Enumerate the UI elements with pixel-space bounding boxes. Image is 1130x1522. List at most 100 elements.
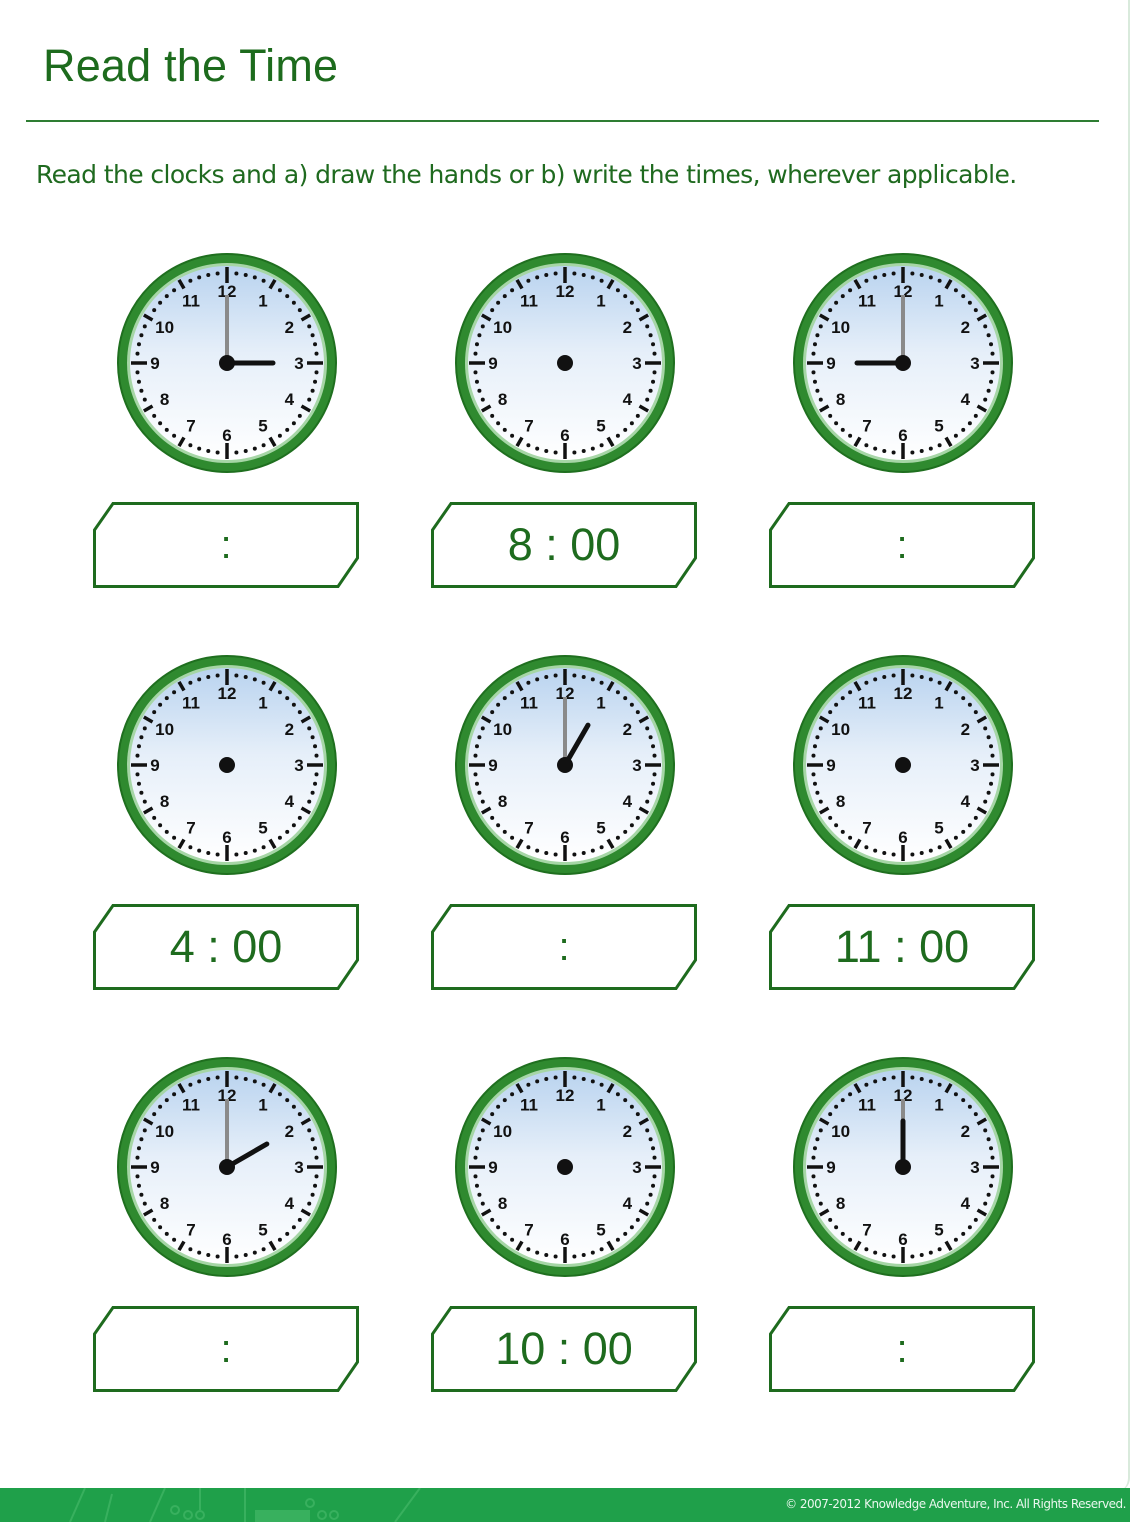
minute-dot xyxy=(526,680,531,685)
minute-dot xyxy=(919,1253,924,1258)
clock-center-pin xyxy=(557,355,573,371)
minute-dot xyxy=(873,677,878,682)
minute-dot xyxy=(953,690,958,695)
minute-dot xyxy=(313,1183,318,1188)
minute-dot xyxy=(623,1231,628,1236)
minute-dot xyxy=(197,446,202,451)
minute-dot xyxy=(261,443,266,448)
minute-dot xyxy=(188,443,193,448)
minute-dot xyxy=(553,450,558,455)
minute-dot xyxy=(864,680,869,685)
dial-number: 3 xyxy=(632,354,641,373)
dial-number: 8 xyxy=(498,1194,507,1213)
time-answer-box[interactable]: : xyxy=(769,1306,1035,1392)
dial-number: 2 xyxy=(285,720,294,739)
minute-dot xyxy=(812,1183,817,1188)
clock-face[interactable]: 12 1 2 3 4 5 6 7 8 9 10 11 xyxy=(450,248,680,478)
clock-face[interactable]: 12 1 2 3 4 5 6 7 8 9 10 11 xyxy=(450,1052,680,1282)
minute-dot xyxy=(297,1112,302,1117)
minute-dot xyxy=(553,1254,558,1259)
minute-dot xyxy=(953,433,958,438)
time-answer-box[interactable]: : xyxy=(769,502,1035,588)
dial-number: 11 xyxy=(520,1096,538,1115)
minute-dot xyxy=(937,443,942,448)
minute-dot xyxy=(815,735,820,740)
copyright-text: © 2007-2012 Knowledge Adventure, Inc. Al… xyxy=(785,1497,1126,1511)
dial-number: 11 xyxy=(858,1096,876,1115)
minute-dot xyxy=(818,1201,823,1206)
clock-center-pin xyxy=(557,757,573,773)
minute-dot xyxy=(983,726,988,731)
minute-dot xyxy=(848,288,853,293)
dial-number: 4 xyxy=(961,1194,971,1213)
dial-number: 4 xyxy=(285,792,295,811)
minute-dot xyxy=(526,278,531,283)
dial-number: 1 xyxy=(258,1096,267,1115)
minute-dot xyxy=(635,815,640,820)
minute-dot xyxy=(635,413,640,418)
minute-dot xyxy=(490,710,495,715)
clock-face[interactable]: 12 1 2 3 4 5 6 7 8 9 10 11 xyxy=(112,650,342,880)
minute-dot xyxy=(973,413,978,418)
minute-dot xyxy=(215,1254,220,1259)
minute-dot xyxy=(873,1250,878,1255)
minute-dot xyxy=(480,799,485,804)
minute-dot xyxy=(164,427,169,432)
minute-dot xyxy=(291,1225,296,1230)
minute-dot xyxy=(645,726,650,731)
minute-dot xyxy=(135,370,140,375)
minute-dot xyxy=(990,772,995,777)
minute-dot xyxy=(152,1217,157,1222)
minute-dot xyxy=(152,815,157,820)
minute-dot xyxy=(973,815,978,820)
minute-dot xyxy=(891,852,896,857)
minute-dot xyxy=(473,772,478,777)
minute-dot xyxy=(234,673,239,678)
minute-dot xyxy=(314,370,319,375)
minute-dot xyxy=(502,427,507,432)
dial-number: 6 xyxy=(560,426,569,445)
minute-dot xyxy=(989,744,994,749)
minute-dot xyxy=(474,379,479,384)
minute-dot xyxy=(158,1104,163,1109)
dial-number: 10 xyxy=(155,1122,174,1141)
minute-dot xyxy=(285,1098,290,1103)
clock-center-pin xyxy=(895,757,911,773)
minute-dot xyxy=(136,379,141,384)
clock-face: 12 1 2 3 4 5 6 7 8 9 10 11 xyxy=(112,1052,342,1282)
minute-dot xyxy=(135,351,140,356)
minute-dot xyxy=(967,702,972,707)
minute-dot xyxy=(152,413,157,418)
minute-dot xyxy=(599,278,604,283)
minute-dot xyxy=(297,1217,302,1222)
minute-dot xyxy=(811,753,816,758)
minute-dot xyxy=(261,1082,266,1087)
clock-face[interactable]: 12 1 2 3 4 5 6 7 8 9 10 11 xyxy=(788,650,1018,880)
dial-number: 3 xyxy=(632,1158,641,1177)
minute-dot xyxy=(983,397,988,402)
minute-dot xyxy=(815,388,820,393)
dial-number: 3 xyxy=(970,354,979,373)
minute-dot xyxy=(873,1079,878,1084)
minute-dot xyxy=(891,1075,896,1080)
minute-dot xyxy=(828,710,833,715)
minute-dot xyxy=(135,753,140,758)
time-answer-text: 10 : 00 xyxy=(495,1323,633,1374)
dial-number: 2 xyxy=(623,1122,632,1141)
minute-dot xyxy=(313,379,318,384)
minute-dot xyxy=(811,1155,816,1160)
minute-dot xyxy=(215,450,220,455)
minute-dot xyxy=(252,677,257,682)
minute-dot xyxy=(848,433,853,438)
time-answer-box[interactable]: : xyxy=(93,1306,359,1392)
minute-dot xyxy=(285,294,290,299)
time-answer-box[interactable]: : xyxy=(431,904,697,990)
minute-dot xyxy=(510,288,515,293)
minute-dot xyxy=(474,342,479,347)
dial-number: 1 xyxy=(596,292,605,311)
minute-dot xyxy=(526,443,531,448)
minute-dot xyxy=(473,1155,478,1160)
minute-dot xyxy=(961,294,966,299)
time-answer-box[interactable]: : xyxy=(93,502,359,588)
minute-dot xyxy=(252,1079,257,1084)
